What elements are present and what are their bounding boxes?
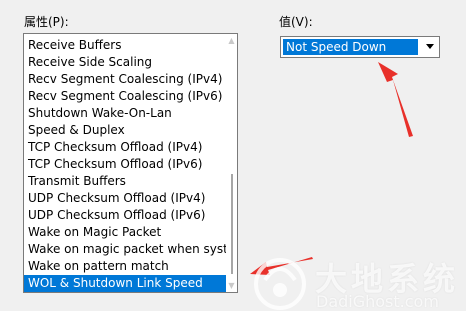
- watermark-logo-icon: [254, 258, 306, 310]
- arrow-to-dropdown: [378, 62, 413, 137]
- watermark: 大地系统 DadiGhost.com: [240, 250, 466, 311]
- watermark-subtitle: DadiGhost.com: [316, 292, 439, 311]
